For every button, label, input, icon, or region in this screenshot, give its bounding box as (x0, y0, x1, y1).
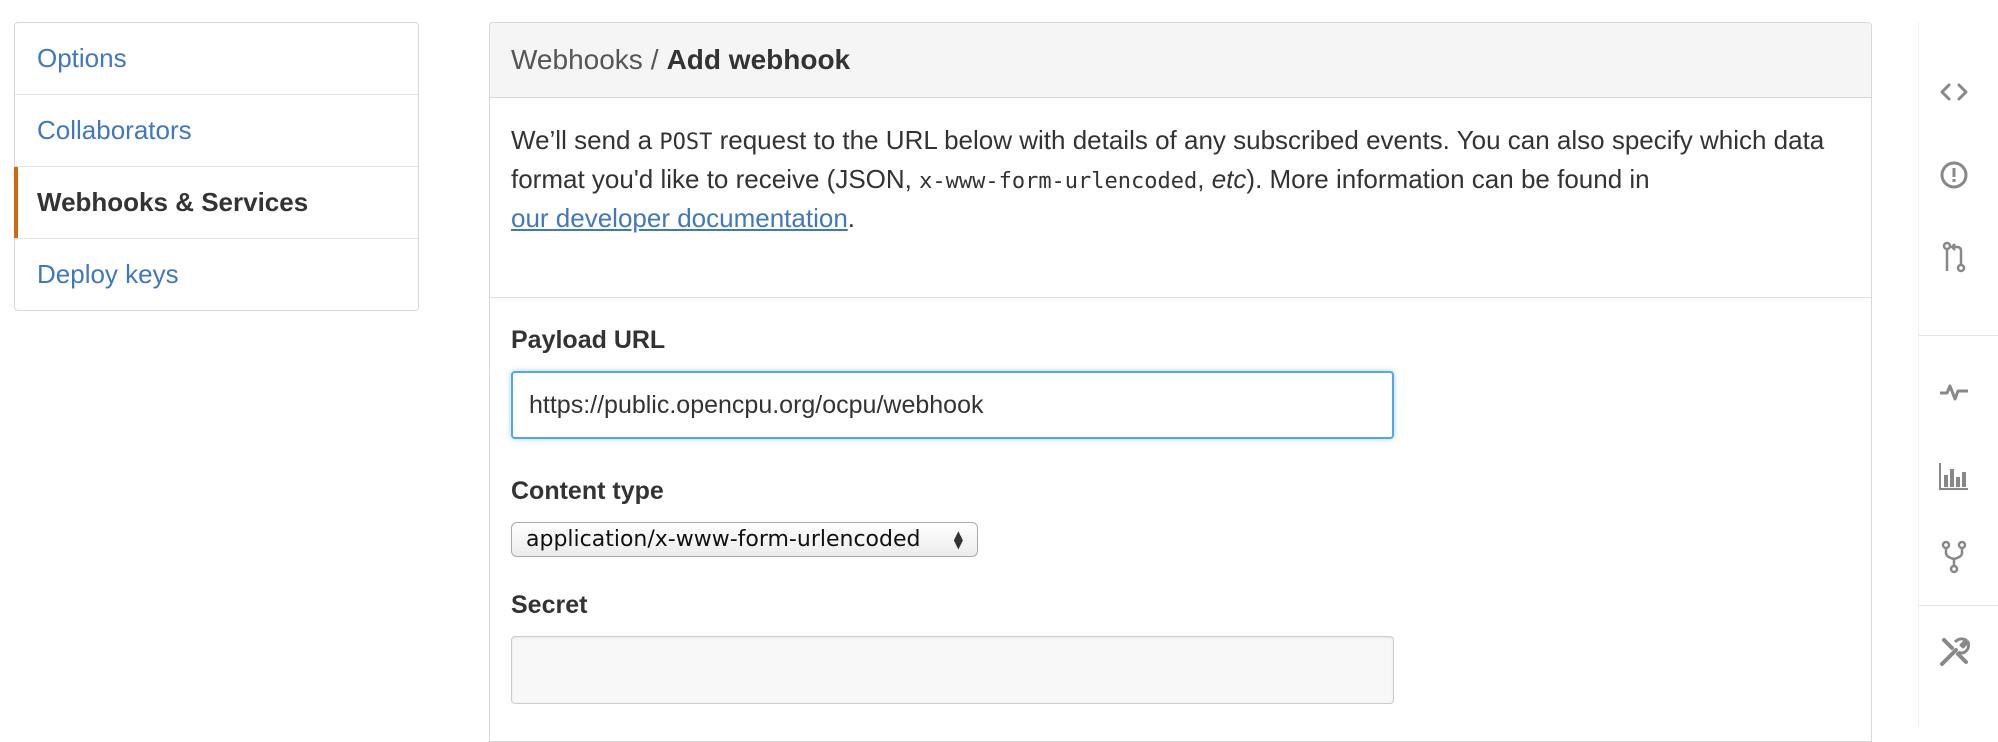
menu-item-collaborators[interactable]: Collaborators (15, 95, 418, 167)
intro-text-part: We’ll send a (511, 125, 660, 155)
fork-icon[interactable] (1929, 532, 1979, 582)
secret-label: Secret (511, 591, 588, 619)
menu-item-deploy-keys[interactable]: Deploy keys (15, 239, 418, 310)
content-type-select[interactable]: application/x-www-form-urlencoded ▲ ▼ (511, 522, 978, 557)
intro-text-part: ). More information can be found in (1246, 164, 1650, 194)
graphs-icon[interactable] (1929, 451, 1979, 501)
payload-url-label: Payload URL (511, 326, 666, 354)
pull-request-icon[interactable] (1929, 232, 1979, 282)
breadcrumb-separator: / (650, 44, 659, 75)
menu-item-options[interactable]: Options (15, 23, 418, 95)
content-type-label: Content type (511, 477, 664, 505)
intro-text-part: . (847, 203, 856, 233)
etc-text: etc (1211, 164, 1247, 194)
webhook-form: Payload URL Content type application/x-w… (490, 298, 1871, 704)
sidebar-divider (1919, 335, 1998, 336)
intro-text-part: , (1197, 164, 1212, 194)
developer-docs-link[interactable]: our developer documentation (511, 203, 848, 233)
settings-menu: Options Collaborators Webhooks & Service… (14, 22, 419, 311)
content-type-value: application/x-www-form-urlencoded (526, 527, 921, 552)
settings-icon[interactable] (1929, 627, 1979, 677)
payload-url-input[interactable] (511, 371, 1394, 439)
select-arrows-icon: ▲ ▼ (953, 527, 963, 551)
secret-input[interactable] (511, 636, 1394, 704)
sidebar-divider (1919, 605, 1998, 606)
intro-text: We’ll send a POST request to the URL bel… (490, 98, 1871, 298)
code-icon[interactable] (1929, 67, 1979, 117)
menu-item-webhooks-services[interactable]: Webhooks & Services (14, 167, 418, 239)
page-title: Add webhook (666, 44, 851, 75)
format-code: x-www-form-urlencoded (919, 169, 1198, 194)
repo-nav-sidebar (1918, 22, 1998, 726)
post-method-code: POST (659, 130, 713, 155)
issues-icon[interactable] (1929, 150, 1979, 200)
breadcrumb: Webhooks / Add webhook (490, 23, 1871, 98)
pulse-icon[interactable] (1929, 367, 1979, 417)
add-webhook-panel: Webhooks / Add webhook We’ll send a POST… (489, 22, 1872, 742)
breadcrumb-parent[interactable]: Webhooks (511, 44, 643, 76)
